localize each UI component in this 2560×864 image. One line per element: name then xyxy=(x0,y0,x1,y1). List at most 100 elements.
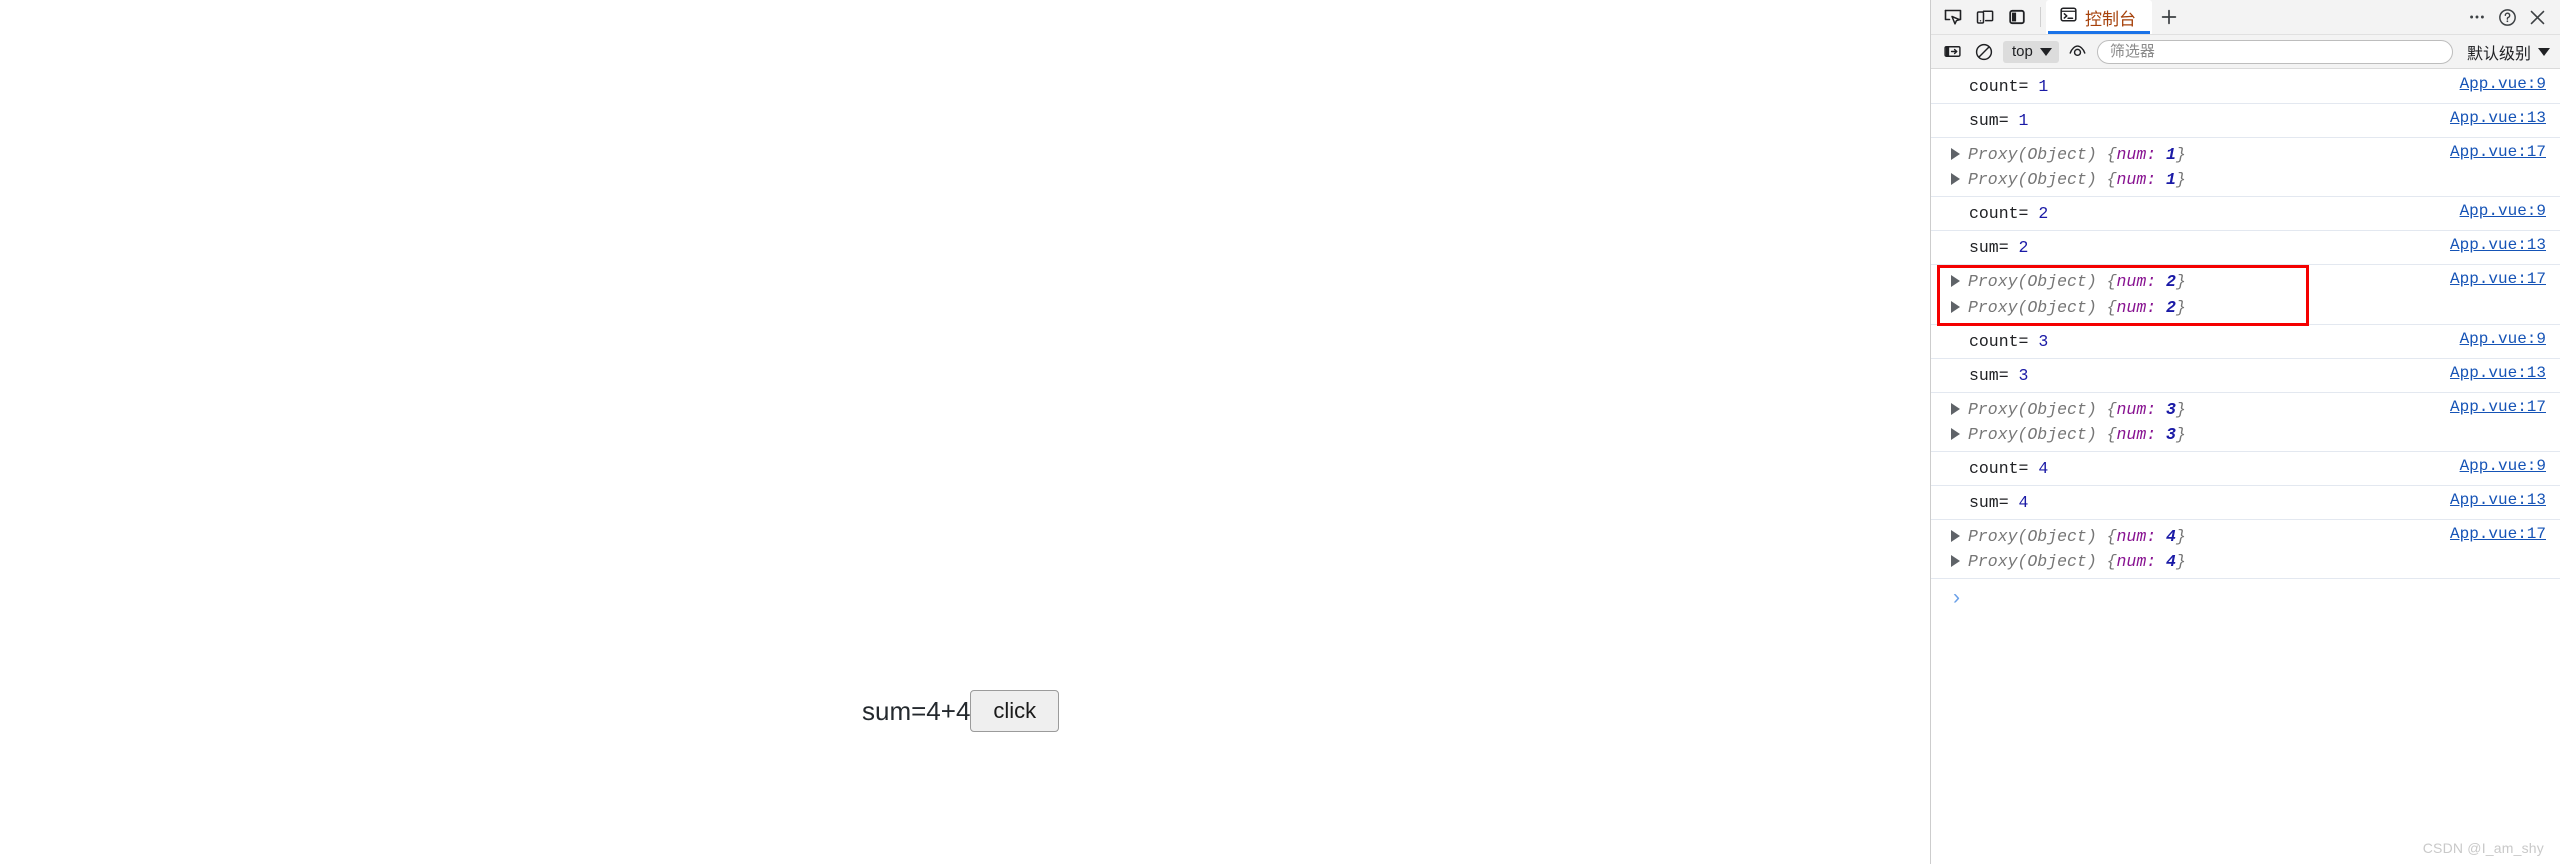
object-property-key: num: xyxy=(2116,272,2157,292)
object-property-value: 4 xyxy=(2166,527,2176,547)
chevron-down-icon xyxy=(2039,47,2052,56)
console-text-label: count= xyxy=(1969,204,2039,224)
console-message[interactable]: count= 3 App.vue:9 xyxy=(1931,325,2560,359)
object-space xyxy=(2156,167,2166,192)
source-link[interactable]: App.vue:17 xyxy=(2450,142,2546,161)
execution-context-select[interactable]: top xyxy=(2003,40,2059,63)
source-link[interactable]: App.vue:9 xyxy=(2460,201,2546,220)
source-link[interactable]: App.vue:13 xyxy=(2450,490,2546,509)
console-message-content: Proxy(Object) {num: 2} Proxy(Object) {num… xyxy=(1951,269,2186,319)
console-object-line: Proxy(Object) {num: 4} xyxy=(1951,549,2186,574)
source-link[interactable]: App.vue:13 xyxy=(2450,108,2546,127)
expand-triangle-icon[interactable] xyxy=(1951,275,1960,288)
source-link[interactable]: App.vue:17 xyxy=(2450,269,2546,288)
console-message[interactable]: sum= 2 App.vue:13 xyxy=(1931,231,2560,266)
console-text-label: count= xyxy=(1969,458,2039,478)
console-message[interactable]: count= 2 App.vue:9 xyxy=(1931,197,2560,232)
clear-console-icon[interactable] xyxy=(1971,39,1997,65)
console-message[interactable]: count= 4 App.vue:9 xyxy=(1931,452,2560,487)
console-message-content: Proxy(Object) {num: 4} Proxy(Object) {num… xyxy=(1951,524,2186,574)
web-page-viewport: sum=4+4 click xyxy=(0,0,1930,864)
console-message[interactable]: count= 1 App.vue:9 xyxy=(1931,70,2560,105)
close-devtools-icon[interactable] xyxy=(2523,3,2551,31)
console-text: count= 4 xyxy=(1951,456,2048,481)
console-object-line: Proxy(Object) {num: 2} xyxy=(1951,269,2186,294)
object-property-key: num: xyxy=(2116,170,2157,190)
object-constructor: Proxy(Object) xyxy=(1968,272,2107,292)
object-open-brace: { xyxy=(2106,145,2117,165)
source-link[interactable]: App.vue:13 xyxy=(2450,363,2546,382)
expand-triangle-icon[interactable] xyxy=(1951,148,1960,161)
watermark: CSDN @I_am_shy xyxy=(2422,840,2544,856)
help-icon[interactable] xyxy=(2493,3,2521,31)
console-text-value: 4 xyxy=(2038,458,2049,478)
console-message[interactable]: Proxy(Object) {num: 1} Proxy(Object) {num… xyxy=(1931,138,2560,198)
object-property-value: 2 xyxy=(2166,272,2176,292)
console-text-value: 1 xyxy=(2018,111,2029,131)
console-text: sum= 2 xyxy=(1951,235,2028,260)
expand-triangle-icon[interactable] xyxy=(1951,300,1960,313)
console-text-label: count= xyxy=(1969,331,2039,351)
expand-triangle-icon[interactable] xyxy=(1951,530,1960,543)
console-message[interactable]: Proxy(Object) {num: 4} Proxy(Object) {num… xyxy=(1931,520,2560,580)
chevron-down-icon xyxy=(2538,47,2550,56)
console-message-content: sum= 4 xyxy=(1951,490,2028,515)
object-property-value: 4 xyxy=(2166,552,2176,572)
console-filter-input[interactable] xyxy=(2096,39,2453,64)
console-message[interactable]: Proxy(Object) {num: 3} Proxy(Object) {num… xyxy=(1931,393,2560,452)
console-object-line: Proxy(Object) {num: 2} xyxy=(1951,295,2186,320)
object-close-brace: } xyxy=(2175,170,2186,190)
log-level-select[interactable]: 默认级别 xyxy=(2459,40,2552,64)
object-property-key: num: xyxy=(2116,297,2157,317)
source-link[interactable]: App.vue:17 xyxy=(2450,397,2546,416)
object-space xyxy=(2156,422,2166,447)
console-message-content: Proxy(Object) {num: 1} Proxy(Object) {num… xyxy=(1951,142,2186,192)
source-link[interactable]: App.vue:9 xyxy=(2460,329,2546,348)
source-link[interactable]: App.vue:9 xyxy=(2460,74,2546,93)
source-link[interactable]: App.vue:17 xyxy=(2450,524,2546,543)
console-message[interactable]: sum= 3 App.vue:13 xyxy=(1931,359,2560,393)
console-message-content: sum= 2 xyxy=(1951,235,2028,260)
console-text-label: sum= xyxy=(1969,238,2019,258)
expand-triangle-icon[interactable] xyxy=(1951,173,1960,186)
add-panel-button[interactable] xyxy=(2152,0,2186,34)
console-text-value: 2 xyxy=(2038,204,2049,224)
console-message-content: Proxy(Object) {num: 3} Proxy(Object) {num… xyxy=(1951,397,2186,447)
device-toolbar-icon[interactable] xyxy=(1971,3,1999,31)
inspect-element-icon[interactable] xyxy=(1939,3,1967,31)
console-message-content: count= 1 xyxy=(1951,74,2048,99)
console-text-value: 3 xyxy=(2038,331,2049,351)
console-message[interactable]: sum= 4 App.vue:13 xyxy=(1931,486,2560,521)
object-open-brace: { xyxy=(2106,272,2117,292)
expand-triangle-icon[interactable] xyxy=(1951,427,1960,440)
source-link[interactable]: App.vue:13 xyxy=(2450,235,2546,254)
console-message[interactable]: Proxy(Object) {num: 2} Proxy(Object) {num… xyxy=(1931,265,2560,325)
app-demo-row: sum=4+4 click xyxy=(862,690,1060,733)
console-terminal-icon xyxy=(2059,5,2078,29)
more-options-icon[interactable] xyxy=(2463,3,2491,31)
tab-console-label: 控制台 xyxy=(2085,9,2136,29)
console-prompt-row[interactable]: › xyxy=(1931,579,2560,616)
console-object-line: Proxy(Object) {num: 3} xyxy=(1951,422,2186,447)
dock-side-icon[interactable] xyxy=(2003,3,2031,31)
devtools-tab-strip: 控制台 xyxy=(2046,0,2463,34)
console-text: sum= 3 xyxy=(1951,363,2028,388)
console-text: sum= 4 xyxy=(1951,490,2028,515)
header-divider xyxy=(2040,7,2041,27)
console-message[interactable]: sum= 1 App.vue:13 xyxy=(1931,104,2560,139)
tab-console[interactable]: 控制台 xyxy=(2046,0,2152,34)
console-message-list[interactable]: count= 1 App.vue:9 sum= 1 App.vue:13 Proxy(O… xyxy=(1931,69,2560,864)
prompt-caret-icon: › xyxy=(1953,586,1960,610)
source-link[interactable]: App.vue:9 xyxy=(2460,456,2546,475)
console-sidebar-icon[interactable] xyxy=(1939,39,1965,65)
click-button[interactable]: click xyxy=(970,690,1060,733)
console-message-content: count= 3 xyxy=(1951,329,2048,354)
expand-triangle-icon[interactable] xyxy=(1951,402,1960,415)
live-expression-icon[interactable] xyxy=(2065,39,2091,65)
expand-triangle-icon[interactable] xyxy=(1951,555,1960,568)
object-property-value: 3 xyxy=(2166,424,2176,444)
object-space xyxy=(2156,295,2166,320)
console-text-label: sum= xyxy=(1969,111,2019,131)
object-property-key: num: xyxy=(2116,424,2157,444)
object-space xyxy=(2156,142,2166,167)
